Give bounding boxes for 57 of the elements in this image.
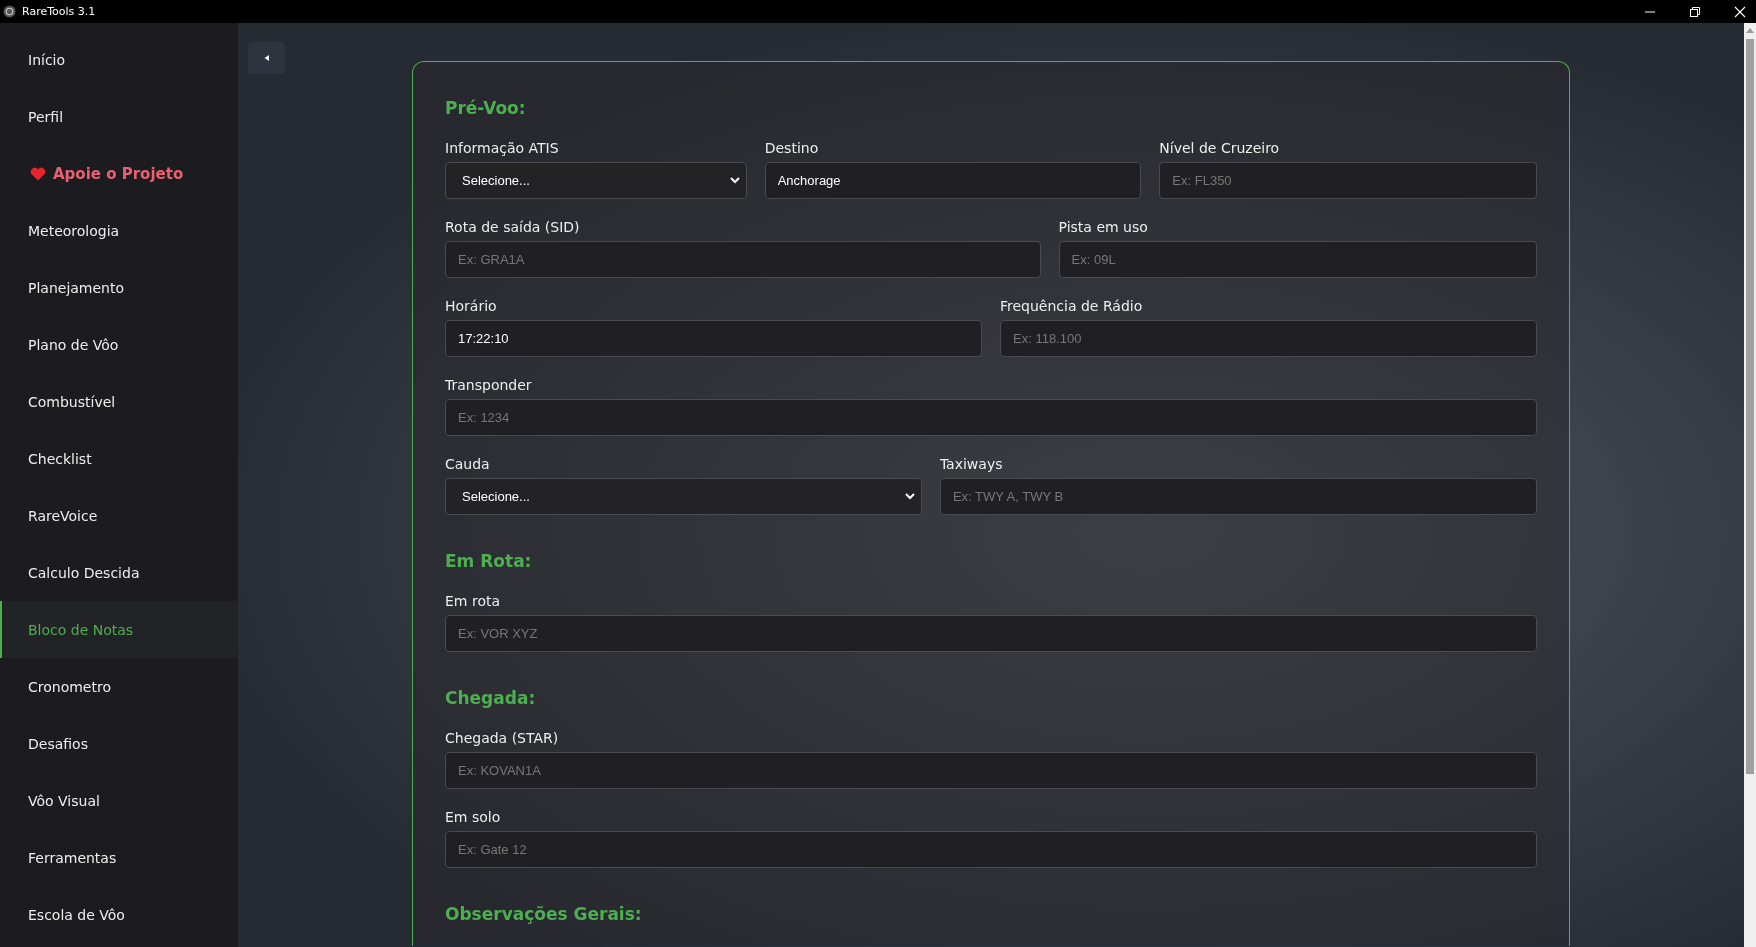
caret-icon [262,54,271,62]
input-field[interactable]: Ex: KOVAN1A [445,752,1537,789]
sidebar-item[interactable]: Planejamento [0,259,238,316]
sidebar-item[interactable]: Calculo Descida [0,544,238,601]
input-field[interactable]: Ex: VOR XYZ [445,615,1537,652]
input-field[interactable]: Ex: 09L [1058,241,1537,278]
select-field[interactable]: Selecione... [445,478,922,515]
field-label: Destino [764,140,820,156]
section-heading: Em Rota: [445,551,533,571]
sidebar-item[interactable]: Cronometro [0,658,238,715]
input-field[interactable]: Anchorage [764,162,1142,199]
sidebar-item[interactable]: Perfil [0,88,238,145]
input-field[interactable]: Ex: Gate 12 [445,831,1537,868]
input-field[interactable]: Ex: TWY A, TWY B [939,478,1537,515]
select-field[interactable]: Selecione... [445,162,747,199]
field-label: Informação ATIS [445,140,560,156]
sidebar-item[interactable]: Escola de Vôo [0,886,238,943]
window-title: RareTools 3.1 [22,5,96,18]
close-icon[interactable] [1734,5,1746,18]
sidebar-item[interactable]: Vôo Visual [0,772,238,829]
heart-icon [30,166,46,181]
field-label: Pista em uso [1058,219,1149,235]
input-field[interactable]: Ex: 118.100 [1000,320,1537,357]
input-field[interactable]: Ex: FL350 [1159,162,1537,199]
restore-icon[interactable] [1689,5,1701,18]
field-label: Em solo [445,809,502,825]
input-field[interactable]: Ex: 1234 [445,399,1537,436]
field-label: Chegada (STAR) [445,730,560,746]
sidebar-item[interactable]: Apoie o Projeto [0,145,238,202]
scrollbar-thumb[interactable] [1746,39,1754,774]
field-label: Taxiways [939,456,1004,472]
field-label: Transponder [445,377,533,393]
chevron-down-icon [729,177,740,184]
field-label: Cauda [445,456,491,472]
scroll-up-icon[interactable] [1746,27,1754,33]
section-heading: Observações Gerais: [445,904,643,924]
input-field[interactable]: 17:22:10 [445,320,982,357]
field-label: Frequência de Rádio [1000,298,1144,314]
sidebar-item[interactable]: Início [0,31,238,88]
sidebar-item[interactable]: Plano de Vôo [0,316,238,373]
app-logo-icon [3,5,16,18]
field-label: Nível de Cruzeiro [1159,140,1281,156]
sidebar-item[interactable]: Bloco de Notas [0,601,238,658]
chevron-down-icon [904,493,915,500]
section-heading: Pré-Voo: [445,98,527,118]
sidebar-item[interactable]: RareVoice [0,487,238,544]
sidebar-item[interactable]: Desafios [0,715,238,772]
field-label: Horário [445,298,498,314]
sidebar-item[interactable]: Meteorologia [0,202,238,259]
scrollbar[interactable] [1744,23,1756,947]
input-field[interactable]: Ex: GRA1A [445,241,1041,278]
sidebar-item[interactable]: Checklist [0,430,238,487]
sidebar-item[interactable]: Combustível [0,373,238,430]
field-label: Rota de saída (SID) [445,219,581,235]
section-heading: Chegada: [445,688,537,708]
field-label: Em rota [445,593,501,609]
sidebar-item[interactable]: Ferramentas [0,829,238,886]
